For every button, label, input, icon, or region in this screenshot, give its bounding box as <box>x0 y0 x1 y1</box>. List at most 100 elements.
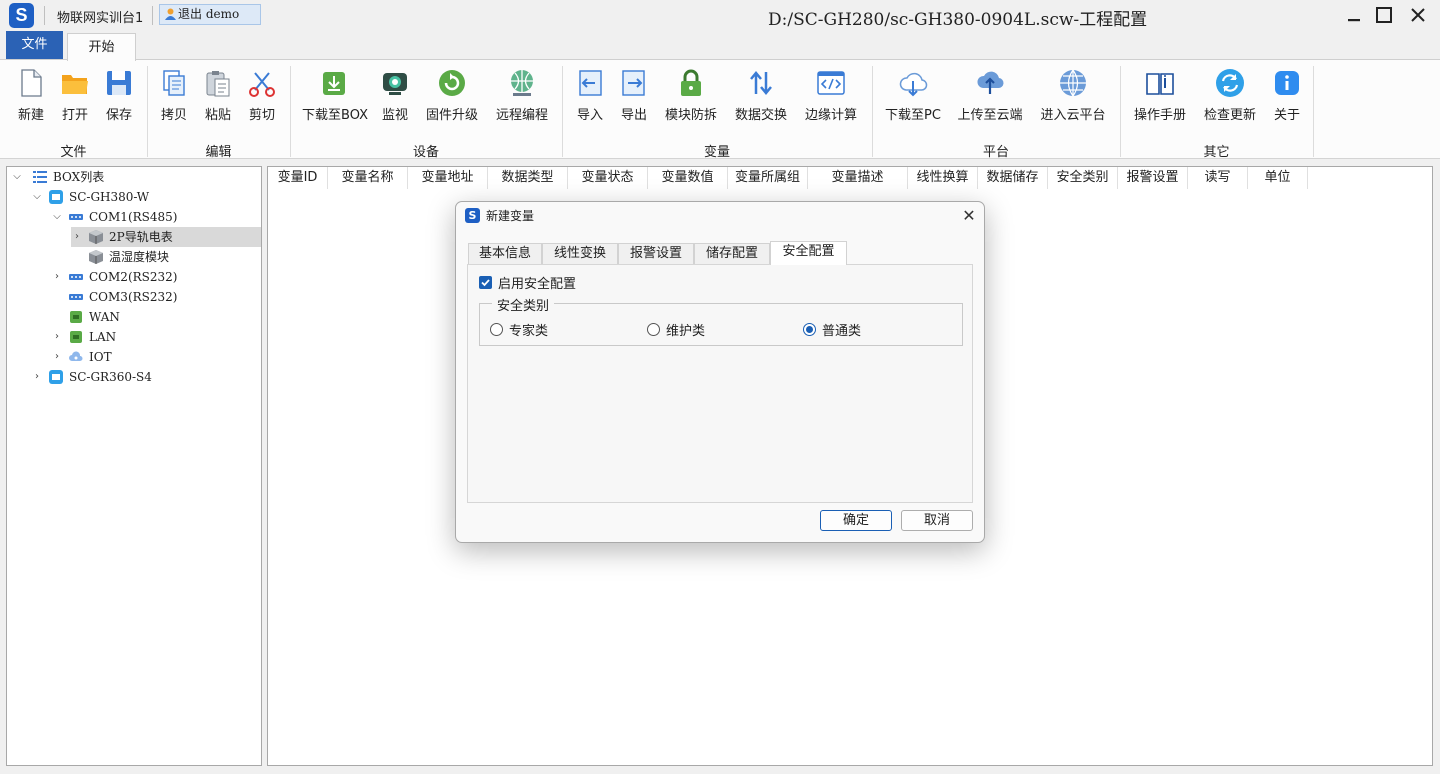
chevron-down-icon[interactable]: ⌵ <box>11 167 23 187</box>
download-box-button[interactable]: 下载至BOX <box>302 68 368 123</box>
chevron-right-icon[interactable]: › <box>71 227 83 247</box>
column-header[interactable]: 变量ID <box>268 167 328 189</box>
open-label: 打开 <box>61 108 88 123</box>
about-label: 关于 <box>1273 108 1300 123</box>
tree-node-iot[interactable]: › IOT <box>51 347 261 367</box>
network-port-icon <box>70 311 82 323</box>
maximize-icon[interactable] <box>1373 4 1395 26</box>
tree-node-com3[interactable]: COM3(RS232) <box>51 287 261 307</box>
tab-storage-config[interactable]: 储存配置 <box>694 243 770 265</box>
edge-compute-button[interactable]: 边缘计算 <box>803 68 859 123</box>
cancel-button[interactable]: 取消 <box>901 510 973 531</box>
chevron-down-icon[interactable]: ⌵ <box>51 207 63 227</box>
group-label-file: 文件 <box>60 145 87 160</box>
enter-cloud-button[interactable]: 进入云平台 <box>1038 68 1108 123</box>
column-header[interactable]: 变量状态 <box>568 167 648 189</box>
download-pc-button[interactable]: 下载至PC <box>884 68 942 123</box>
folder-icon <box>62 75 88 94</box>
column-header[interactable]: 安全类别 <box>1048 167 1118 189</box>
chevron-right-icon[interactable]: › <box>51 347 63 367</box>
paste-button[interactable]: 粘贴 <box>199 68 237 123</box>
column-header[interactable]: 线性换算 <box>908 167 978 189</box>
chevron-down-icon[interactable]: ⌵ <box>31 187 43 207</box>
module-protect-label: 模块防拆 <box>664 108 717 123</box>
about-button[interactable]: 关于 <box>1268 68 1306 123</box>
enable-security-checkbox[interactable] <box>479 276 492 289</box>
monitor-icon <box>383 73 407 95</box>
module-cube-icon <box>89 250 103 264</box>
minimize-icon[interactable] <box>1343 4 1365 26</box>
export-button[interactable]: 导出 <box>615 68 653 123</box>
title-bar: S 物联网实训台1 退出 demo D:/SC-GH280/sc-GH380-0… <box>0 0 1440 31</box>
tree-node-meter[interactable]: › 2P导轨电表 <box>71 227 261 247</box>
column-header[interactable]: 报警设置 <box>1118 167 1188 189</box>
monitor-button[interactable]: 监视 <box>376 68 414 123</box>
column-header[interactable]: 变量地址 <box>408 167 488 189</box>
group-separator <box>1313 66 1314 157</box>
tree-node-root[interactable]: ⌵ BOX列表 <box>11 167 261 187</box>
radio-expert[interactable] <box>490 323 503 336</box>
radio-expert-label[interactable]: 专家类 <box>509 320 548 339</box>
download-box-icon <box>323 72 345 95</box>
app-logo-icon[interactable]: S <box>9 3 34 28</box>
column-header[interactable]: 单位 <box>1248 167 1308 189</box>
radio-maintenance[interactable] <box>647 323 660 336</box>
radio-maintenance-label[interactable]: 维护类 <box>666 320 705 339</box>
tree-node-com1[interactable]: ⌵ COM1(RS485) <box>51 207 261 227</box>
manual-button[interactable]: 操作手册 <box>1132 68 1188 123</box>
column-header[interactable]: 变量描述 <box>808 167 908 189</box>
new-button[interactable]: 新建 <box>12 68 50 123</box>
chevron-right-icon[interactable]: › <box>51 267 63 287</box>
chevron-right-icon[interactable]: › <box>51 327 63 347</box>
radio-normal[interactable] <box>803 323 816 336</box>
column-header[interactable]: 数据储存 <box>978 167 1048 189</box>
tree-node-wan[interactable]: WAN <box>51 307 261 327</box>
save-label: 保存 <box>105 108 132 123</box>
tab-file[interactable]: 文件 <box>6 31 63 60</box>
tab-start[interactable]: 开始 <box>67 33 136 61</box>
radio-normal-label[interactable]: 普通类 <box>822 320 861 339</box>
tab-alarm-settings[interactable]: 报警设置 <box>618 243 694 265</box>
tab-security-config[interactable]: 安全配置 <box>770 241 847 265</box>
edge-compute-label: 边缘计算 <box>804 108 857 123</box>
save-button[interactable]: 保存 <box>100 68 138 123</box>
logout-button[interactable]: 退出 demo <box>159 4 261 25</box>
remote-programming-button[interactable]: 远程编程 <box>494 68 550 123</box>
import-button[interactable]: 导入 <box>571 68 609 123</box>
open-button[interactable]: 打开 <box>56 68 94 123</box>
tree-node-temp[interactable]: 温湿度模块 <box>71 247 261 267</box>
cloud-download-icon <box>899 72 928 97</box>
cut-button[interactable]: 剪切 <box>243 68 281 123</box>
logout-label: 退出 demo <box>178 7 240 21</box>
data-exchange-button[interactable]: 数据交换 <box>733 68 789 123</box>
check-update-button[interactable]: 检查更新 <box>1202 68 1258 123</box>
upload-cloud-button[interactable]: 上传至云端 <box>955 68 1025 123</box>
column-header[interactable]: 读写 <box>1188 167 1248 189</box>
project-name[interactable]: 物联网实训台1 <box>57 7 143 26</box>
chevron-right-icon[interactable]: › <box>31 367 43 387</box>
tree-node-gh380[interactable]: ⌵ SC-GH380-W <box>31 187 261 207</box>
tab-basic-info[interactable]: 基本信息 <box>468 243 542 265</box>
close-icon[interactable]: ✕ <box>956 204 982 228</box>
list-icon <box>33 171 47 183</box>
enable-security-label[interactable]: 启用安全配置 <box>498 273 576 292</box>
copy-button[interactable]: 拷贝 <box>155 68 193 123</box>
column-header[interactable]: 变量数值 <box>648 167 728 189</box>
tree-label: IOT <box>89 350 112 364</box>
column-header[interactable]: 变量所属组 <box>728 167 808 189</box>
column-header[interactable]: 变量名称 <box>328 167 408 189</box>
tree-node-com2[interactable]: › COM2(RS232) <box>51 267 261 287</box>
tree-label: COM1(RS485) <box>89 210 178 224</box>
tree-label: COM2(RS232) <box>89 270 178 284</box>
column-header[interactable]: 数据类型 <box>488 167 568 189</box>
separator <box>152 6 153 25</box>
device-box-icon <box>49 190 63 204</box>
tree-node-gr360[interactable]: › SC-GR360-S4 <box>31 367 261 387</box>
download-box-label: 下载至BOX <box>302 108 368 123</box>
firmware-upgrade-button[interactable]: 固件升级 <box>424 68 480 123</box>
ok-button[interactable]: 确定 <box>820 510 892 531</box>
tree-node-lan[interactable]: › LAN <box>51 327 261 347</box>
tab-linear-transform[interactable]: 线性变换 <box>542 243 618 265</box>
module-protect-button[interactable]: 模块防拆 <box>663 68 719 123</box>
close-icon[interactable] <box>1407 4 1429 26</box>
